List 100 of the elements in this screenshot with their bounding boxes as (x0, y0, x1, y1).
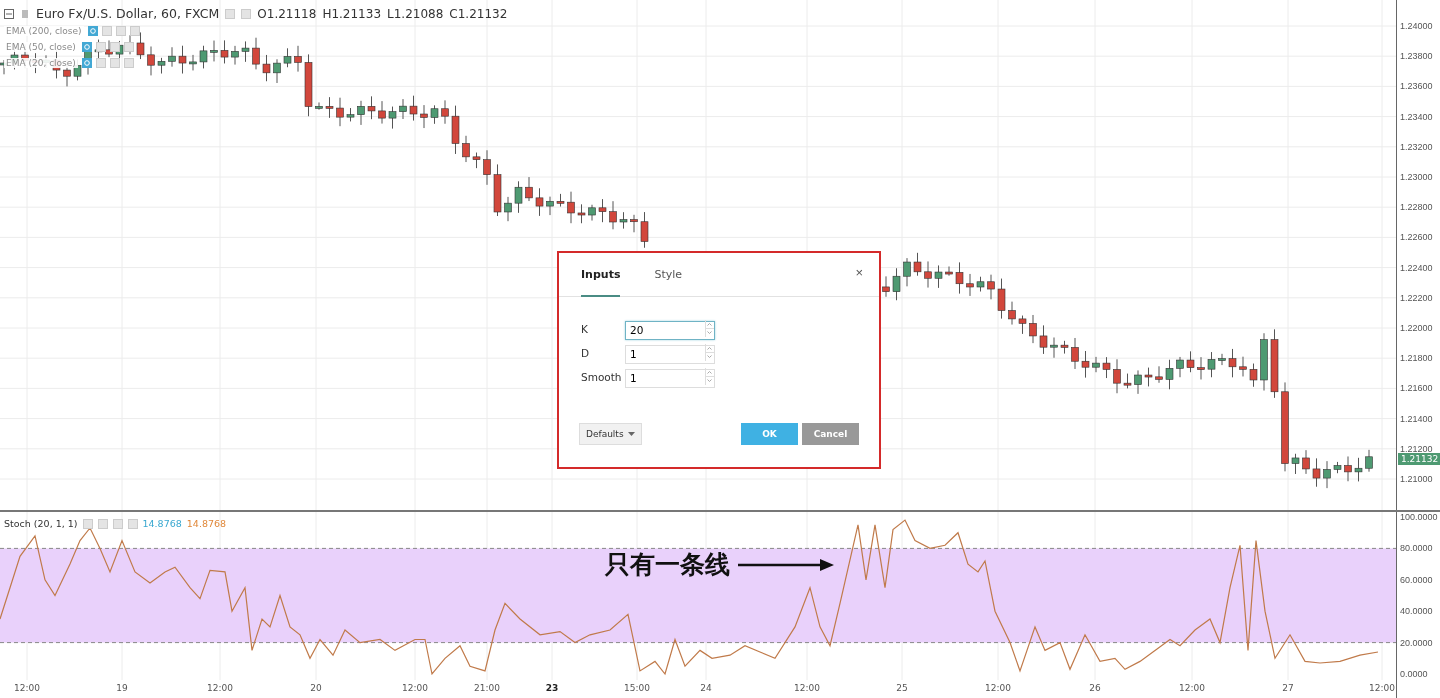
candlestick (273, 58, 281, 84)
time-label: 15:00 (624, 683, 650, 693)
candlestick (378, 100, 386, 125)
price-label: 1.21200 (1400, 443, 1433, 454)
candlestick (640, 211, 649, 249)
field-label: Smooth (581, 370, 623, 383)
candlestick (262, 54, 271, 82)
number-field[interactable]: 1 (625, 344, 715, 364)
oscillator-label: 20.0000 (1400, 637, 1433, 648)
time-label: 12:00 (207, 683, 233, 693)
candlestick (892, 267, 901, 301)
caret-icon (627, 432, 635, 436)
ohlc-value: C1.21132 (449, 6, 508, 21)
candlestick (1018, 315, 1027, 335)
price-label: 1.22800 (1400, 202, 1433, 213)
defaults-button[interactable]: Defaults (579, 423, 642, 445)
time-label: 26 (1089, 683, 1101, 693)
candlestick (630, 214, 638, 233)
time-label: 23 (545, 683, 559, 693)
price-label: 1.24000 (1400, 21, 1433, 31)
candlestick (1207, 351, 1216, 378)
candlestick (220, 39, 229, 64)
dialog-tab[interactable]: Inputs (581, 253, 621, 297)
field-label: D (581, 346, 591, 359)
candlestick (1186, 350, 1195, 373)
bar-icon (20, 8, 30, 19)
field-label: K (581, 322, 589, 335)
number-field[interactable]: 1 (625, 368, 715, 388)
candlestick (955, 261, 964, 295)
candlestick (1197, 356, 1205, 380)
candlestick (609, 200, 617, 230)
time-label: 21:00 (474, 683, 500, 693)
candlestick (934, 264, 943, 289)
indicator-label: EMA (20, close) (4, 58, 78, 68)
candlestick (241, 40, 250, 63)
candlestick (504, 196, 512, 222)
time-label: 12:00 (985, 683, 1011, 693)
candlestick (462, 135, 470, 163)
candlestick (1155, 365, 1163, 384)
candlestick (882, 275, 890, 298)
candlestick (420, 104, 428, 129)
candlestick (1270, 328, 1279, 399)
indicator-label: Stoch (20, 1, 1) (4, 518, 78, 529)
time-label: 24 (700, 683, 712, 693)
candlestick (966, 273, 974, 297)
spinner-icon[interactable] (705, 344, 714, 361)
symbol-title: Euro Fx/U.S. Dollar, 60, FXCM (36, 6, 220, 21)
candlestick (147, 46, 155, 76)
time-label: 12:00 (402, 683, 428, 693)
candlestick (1081, 350, 1090, 379)
candlestick (1039, 324, 1048, 355)
candlestick (913, 252, 922, 277)
eye-icon[interactable] (81, 58, 92, 68)
candlestick (294, 45, 302, 73)
time-label: 20 (310, 683, 322, 693)
spinner-icon[interactable] (705, 320, 714, 337)
close-button[interactable]: × (855, 265, 863, 280)
candlestick (514, 180, 523, 214)
oscillator-label: 100.0000 (1400, 512, 1438, 522)
candlestick (388, 106, 397, 130)
price-label: 1.21600 (1400, 383, 1433, 394)
candlestick (1144, 367, 1153, 387)
price-label: 1.21000 (1400, 474, 1433, 484)
candlestick (210, 40, 218, 62)
candlestick (1008, 301, 1016, 326)
candlestick (945, 265, 953, 277)
indicator-value: 14.8768 (142, 518, 182, 529)
candlestick (252, 37, 260, 70)
candlestick (903, 257, 911, 287)
candlestick (1113, 358, 1121, 394)
candlestick (493, 163, 502, 217)
dialog-tab[interactable]: Style (654, 253, 683, 297)
spinner-icon[interactable] (705, 368, 714, 385)
candlestick (1249, 363, 1258, 388)
candlestick (1092, 356, 1100, 373)
candlestick (105, 39, 113, 58)
price-label: 1.21400 (1400, 413, 1433, 424)
candlestick (357, 100, 365, 126)
candlestick (1134, 369, 1142, 395)
eye-icon[interactable] (87, 26, 98, 36)
candlestick (588, 204, 596, 222)
candlestick (535, 187, 544, 217)
number-field[interactable]: 20 (625, 320, 715, 340)
collapse-icon[interactable] (4, 8, 14, 19)
candlestick (1071, 337, 1079, 370)
candlestick (283, 47, 292, 68)
candlestick (441, 99, 449, 125)
candlestick (546, 196, 554, 216)
candlestick (189, 54, 197, 71)
eye-icon[interactable] (81, 42, 92, 52)
candlestick (483, 149, 491, 186)
candlestick (976, 276, 985, 292)
candlestick (619, 211, 628, 230)
candlestick (430, 104, 439, 125)
candlestick (136, 31, 145, 60)
candlestick (1176, 356, 1184, 378)
candlestick (556, 193, 565, 208)
price-label: 1.22000 (1400, 323, 1433, 333)
candlestick (567, 191, 575, 224)
candlestick (178, 45, 187, 75)
